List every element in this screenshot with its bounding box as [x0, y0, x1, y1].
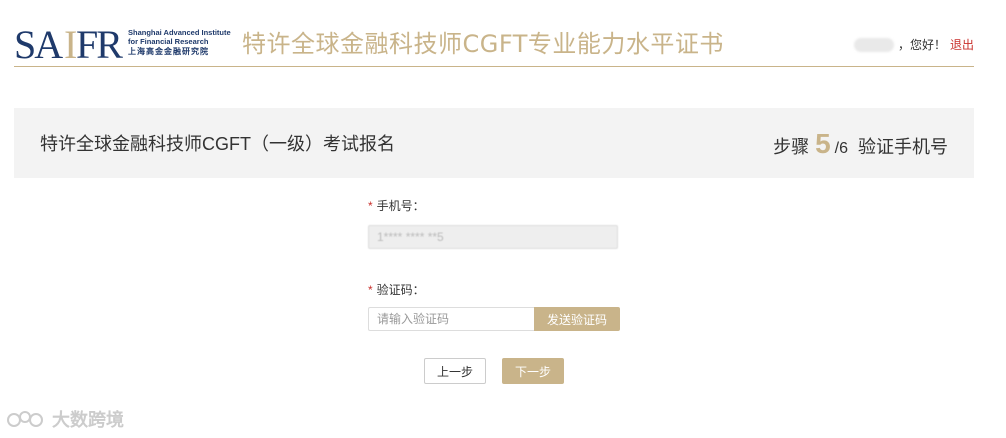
required-mark: * — [368, 199, 373, 213]
code-label: * 验证码： — [368, 281, 425, 298]
watermark: 大数跨境 — [6, 404, 124, 434]
svg-text:SA: SA — [14, 22, 63, 64]
code-label-text: 验证码： — [376, 283, 425, 297]
exam-title: 特许全球金融科技师CGFT（一级）考试报名 — [40, 134, 395, 154]
greeting-text: ，您好！ — [897, 38, 946, 52]
step-total: /6 — [834, 140, 848, 157]
logo-cn: 上海高金金融研究院 — [128, 47, 209, 56]
step-indicator: 步骤 5 /6 验证手机号 — [773, 128, 948, 160]
logo-text: Shanghai Advanced Institute for Financia… — [128, 28, 238, 56]
page: SA I FR Shanghai Advanced Institute for … — [0, 0, 1006, 438]
user-area: ，您好！ 退出 — [853, 36, 974, 53]
step-current-number: 5 — [815, 128, 831, 159]
logout-link[interactable]: 退出 — [950, 36, 974, 53]
previous-step-button[interactable]: 上一步 — [424, 358, 486, 384]
logo-en-line2: for Financial Research — [128, 37, 209, 46]
saifr-logo-mark: SA I FR — [14, 22, 125, 64]
logo-en-line1: Shanghai Advanced Institute — [128, 28, 231, 37]
phone-label-text: 手机号： — [376, 199, 425, 213]
step-prefix: 步骤 — [773, 137, 810, 157]
step-bar: 特许全球金融科技师CGFT（一级）考试报名 步骤 5 /6 验证手机号 — [14, 108, 974, 178]
watermark-text: 大数跨境 — [52, 410, 124, 431]
header: SA I FR Shanghai Advanced Institute for … — [14, 20, 974, 67]
phone-label: * 手机号： — [368, 197, 425, 214]
watermark-logo-icon — [7, 411, 43, 427]
svg-text:FR: FR — [76, 22, 123, 64]
send-code-button[interactable]: 发送验证码 — [534, 307, 620, 331]
username-redacted — [853, 37, 894, 52]
verification-code-input[interactable] — [368, 307, 534, 331]
next-step-button[interactable]: 下一步 — [502, 358, 564, 384]
saifr-logo[interactable]: SA I FR Shanghai Advanced Institute for … — [14, 22, 238, 64]
phone-field: 1**** **** **5 — [368, 225, 618, 249]
required-mark: * — [368, 283, 373, 297]
site-title: 特许全球金融科技师CGFT专业能力水平证书 — [242, 30, 724, 58]
step-name: 验证手机号 — [858, 137, 948, 157]
